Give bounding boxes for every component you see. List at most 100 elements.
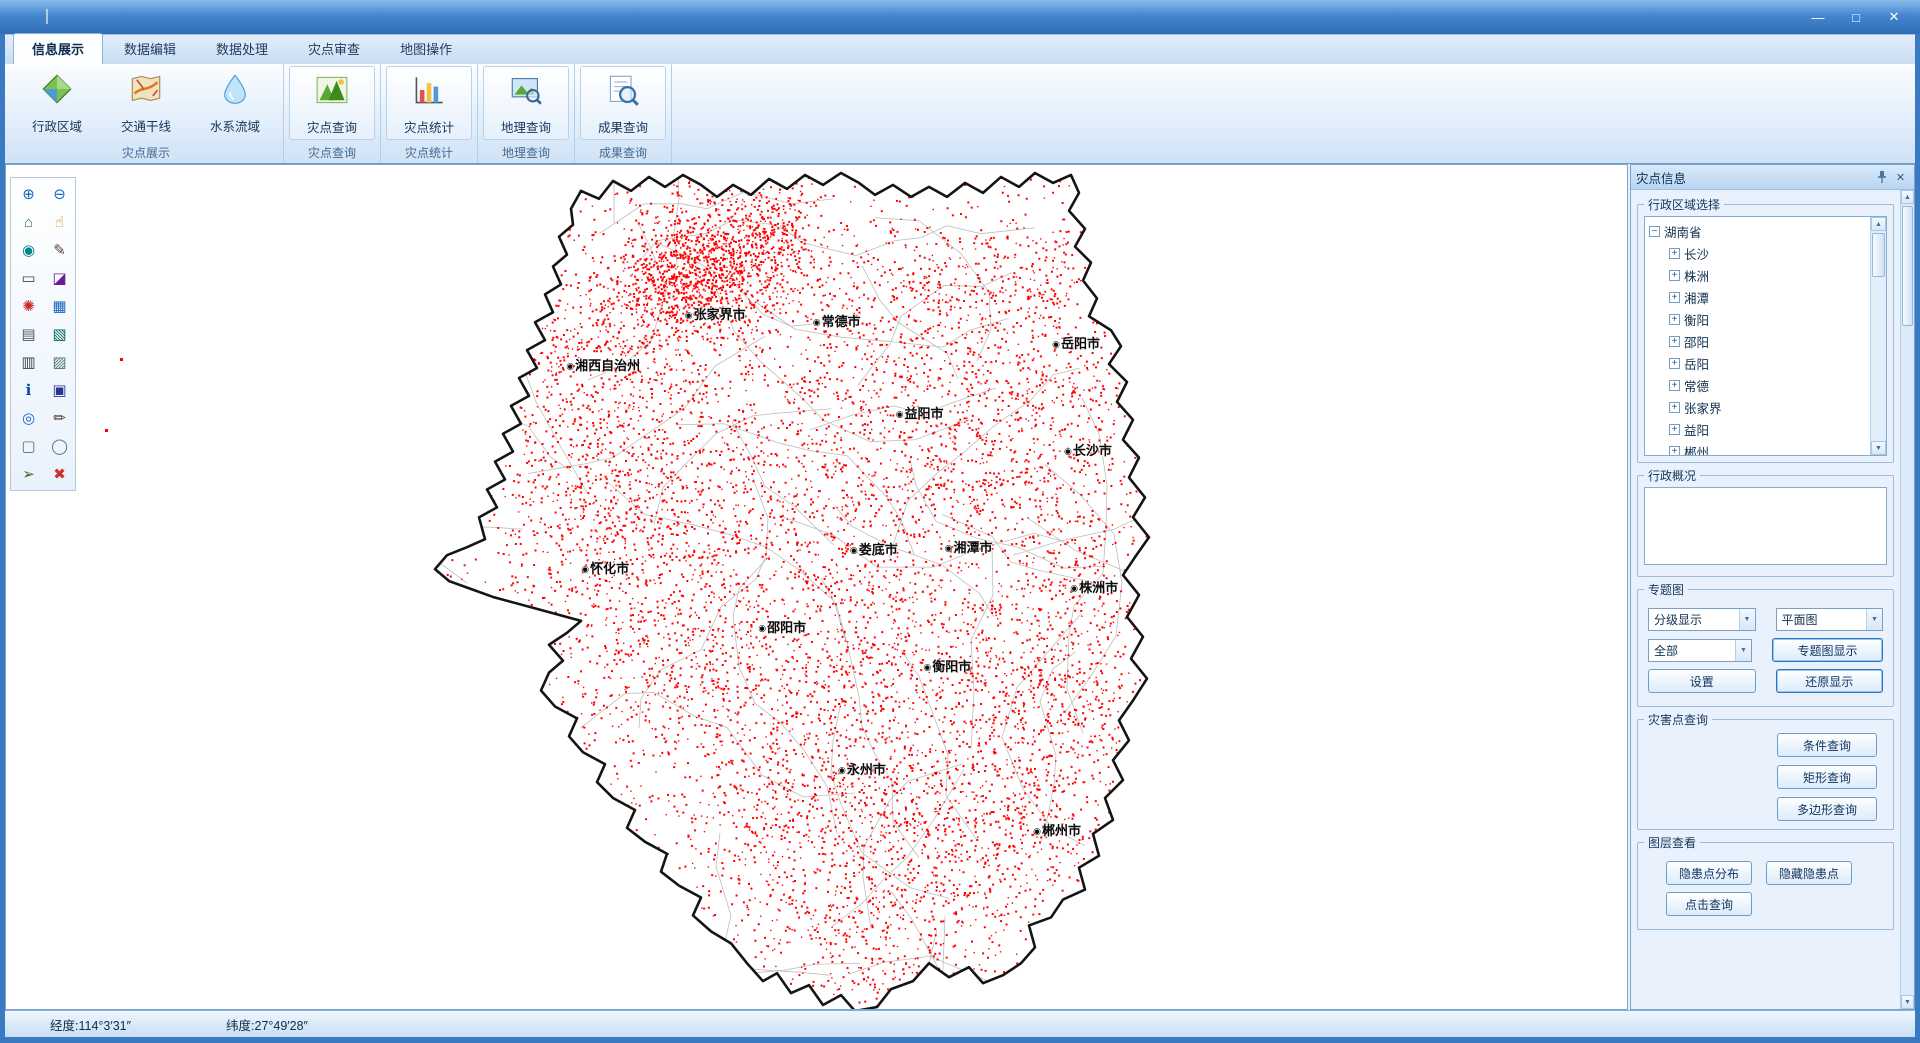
tree-node-岳阳[interactable]: +岳阳: [1649, 352, 1870, 374]
expand-icon[interactable]: +: [1669, 380, 1680, 391]
scope-dropdown[interactable]: 全部 ▼: [1648, 639, 1752, 662]
report-icon[interactable]: ▤: [14, 321, 43, 347]
panel-scrollbar[interactable]: ▲ ▼: [1900, 190, 1914, 1009]
expand-icon[interactable]: +: [1669, 248, 1680, 259]
chevron-down-icon[interactable]: ▼: [1735, 640, 1751, 661]
tab-数据处理[interactable]: 数据处理: [197, 33, 287, 64]
stray-point: [120, 358, 123, 361]
expand-icon[interactable]: +: [1669, 424, 1680, 435]
panel-close-icon[interactable]: ✕: [1892, 169, 1909, 186]
map-area[interactable]: ◉张家界市◉常德市◉岳阳市◉湘西自治州◉益阳市◉长沙市◉娄底市◉湘潭市◉怀化市◉…: [5, 164, 1628, 1010]
ribbon-button-traffic-lines[interactable]: 交通干线: [103, 66, 189, 140]
hazard-distribution-button[interactable]: 隐患点分布: [1666, 861, 1752, 885]
map-toolbar: ⊕⊖⌂☝◉✎▭◪✺▦▤▧▥▨ℹ▣◎✏▢◯➢✖: [10, 177, 76, 491]
tree-node-label: 邵阳: [1684, 332, 1709, 351]
expand-icon[interactable]: +: [1669, 358, 1680, 369]
attribute-table-icon[interactable]: ▦: [45, 293, 74, 319]
city-marker-icon: ◉: [1064, 446, 1072, 456]
draw-rect-icon[interactable]: ▢: [14, 433, 43, 459]
tab-灾点审查[interactable]: 灾点审查: [289, 33, 379, 64]
draw-circle-icon[interactable]: ◯: [45, 433, 74, 459]
city-name: 湘潭市: [954, 540, 993, 555]
zoom-out-icon[interactable]: ⊖: [45, 181, 74, 207]
close-button[interactable]: ✕: [1876, 6, 1912, 29]
scroll-up-arrow[interactable]: ▲: [1871, 217, 1886, 231]
zoom-full-extent-icon[interactable]: ⌂: [14, 209, 43, 235]
tree-node-衡阳[interactable]: +衡阳: [1649, 308, 1870, 330]
ribbon-button-disaster-query[interactable]: 灾点查询: [289, 66, 375, 140]
pointer-icon[interactable]: ➢: [14, 461, 43, 487]
minimize-button[interactable]: —: [1800, 6, 1836, 29]
hide-hazard-points-button[interactable]: 隐藏隐患点: [1766, 861, 1852, 885]
tree-node-长沙[interactable]: +长沙: [1649, 242, 1870, 264]
overview-window-icon[interactable]: ▣: [45, 377, 74, 403]
erase-icon[interactable]: ◪: [45, 265, 74, 291]
tab-信息展示[interactable]: 信息展示: [13, 33, 103, 64]
help-globe-icon[interactable]: ◎: [14, 405, 43, 431]
ribbon-group-result-query: 成果查询 成果查询: [575, 64, 672, 163]
thematic-show-button[interactable]: 专题图显示: [1772, 638, 1883, 662]
scroll-thumb[interactable]: [1902, 206, 1913, 326]
ribbon-button-water-system[interactable]: 水系流域: [192, 66, 278, 140]
tree-node-湘潭[interactable]: + 湘潭: [1649, 286, 1870, 308]
classification-dropdown[interactable]: 分级显示 ▼: [1648, 608, 1756, 631]
latitude-readout: 纬度:27°49′28″: [226, 1015, 308, 1034]
collapse-icon[interactable]: −: [1649, 226, 1660, 237]
settings-button[interactable]: 设置: [1648, 669, 1756, 693]
maximize-button[interactable]: □: [1838, 6, 1874, 29]
info-icon[interactable]: ℹ: [14, 377, 43, 403]
identify-flash-icon[interactable]: ✺: [14, 293, 43, 319]
tree-node-益阳[interactable]: +益阳: [1649, 418, 1870, 440]
tree-node-邵阳[interactable]: + 邵阳: [1649, 330, 1870, 352]
tree-node-湖南省[interactable]: −湖南省: [1649, 220, 1870, 242]
click-query-button[interactable]: 点击查询: [1666, 892, 1752, 916]
ribbon-button-geo-query[interactable]: 地理查询: [483, 66, 569, 140]
overview-textarea[interactable]: [1644, 487, 1887, 565]
tree-node-张家界[interactable]: +张家界: [1649, 396, 1870, 418]
expand-icon[interactable]: +: [1669, 314, 1680, 325]
tab-地图操作[interactable]: 地图操作: [381, 33, 471, 64]
restore-display-button[interactable]: 还原显示: [1776, 669, 1884, 693]
print-preview-icon[interactable]: ▨: [45, 349, 74, 375]
export-image-icon[interactable]: ▧: [45, 321, 74, 347]
tree-node-label: 湘潭: [1684, 288, 1709, 307]
expand-icon[interactable]: +: [1669, 446, 1680, 456]
expand-icon[interactable]: +: [1669, 270, 1680, 281]
expand-icon[interactable]: +: [1669, 336, 1680, 347]
admin-overview-group: 行政概况: [1637, 475, 1894, 577]
expand-icon[interactable]: +: [1669, 402, 1680, 413]
scroll-down-arrow[interactable]: ▼: [1871, 441, 1886, 455]
admin-overview-title: 行政概况: [1644, 467, 1700, 484]
tree-node-郴州[interactable]: +郴州: [1649, 440, 1870, 455]
sketch-icon[interactable]: ✏: [45, 405, 74, 431]
map-style-dropdown[interactable]: 平面图 ▼: [1776, 608, 1884, 631]
zoom-in-icon[interactable]: ⊕: [14, 181, 43, 207]
ribbon-button-admin-region[interactable]: 行政区域: [14, 66, 100, 140]
scroll-up-arrow[interactable]: ▲: [1901, 190, 1914, 204]
city-marker-icon: ◉: [923, 662, 931, 672]
condition-query-button[interactable]: 条件查询: [1777, 733, 1877, 757]
close-toolbar-icon[interactable]: ✖: [45, 461, 74, 487]
ribbon-button-result-query[interactable]: 成果查询: [580, 66, 666, 140]
pin-icon[interactable]: [1873, 169, 1890, 186]
tree-scrollbar[interactable]: ▲ ▼: [1870, 217, 1886, 455]
scroll-thumb[interactable]: [1872, 233, 1885, 277]
ribbon-group-label: 灾点统计: [386, 143, 472, 163]
ribbon-button-disaster-stats[interactable]: 灾点统计: [386, 66, 472, 140]
rectangle-query-button[interactable]: 矩形查询: [1777, 765, 1877, 789]
region-tree: −湖南省+长沙+株洲+湘潭+衡阳+邵阳+岳阳+常德+张家界+益阳+郴州: [1645, 217, 1870, 455]
globe-view-icon[interactable]: ◉: [14, 237, 43, 263]
scroll-down-arrow[interactable]: ▼: [1901, 995, 1914, 1009]
tree-node-常德[interactable]: +常德: [1649, 374, 1870, 396]
chevron-down-icon[interactable]: ▼: [1866, 609, 1882, 630]
measure-line-icon[interactable]: ✎: [45, 237, 74, 263]
print-icon[interactable]: ▥: [14, 349, 43, 375]
pan-icon[interactable]: ☝: [45, 209, 74, 235]
city-label-长沙市: ◉长沙市: [1064, 440, 1112, 459]
polygon-query-button[interactable]: 多边形查询: [1777, 797, 1877, 821]
rect-select-icon[interactable]: ▭: [14, 265, 43, 291]
expand-icon[interactable]: +: [1669, 292, 1680, 303]
chevron-down-icon[interactable]: ▼: [1739, 609, 1755, 630]
tab-数据编辑[interactable]: 数据编辑: [105, 33, 195, 64]
tree-node-株洲[interactable]: +株洲: [1649, 264, 1870, 286]
